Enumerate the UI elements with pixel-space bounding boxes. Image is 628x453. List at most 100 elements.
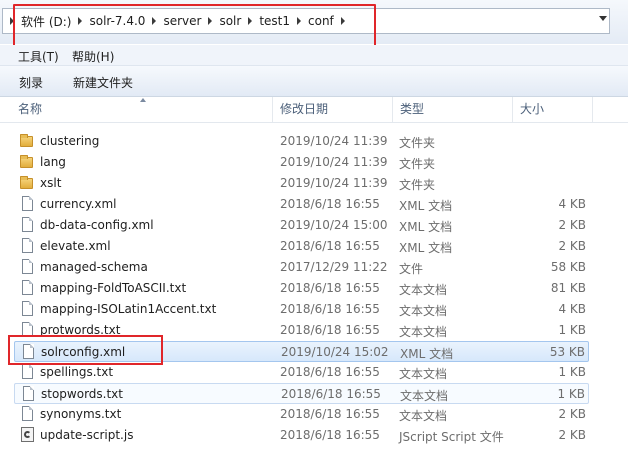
file-size: 58 KB bbox=[550, 260, 586, 274]
file-size: 53 KB bbox=[549, 345, 585, 359]
table-row[interactable]: mapping-ISOLatin1Accent.txt 2018/6/18 16:… bbox=[14, 299, 589, 320]
folder-icon bbox=[20, 176, 33, 189]
file-type: JScript Script 文件 bbox=[399, 430, 504, 444]
file-name: currency.xml bbox=[40, 197, 117, 211]
column-header: 名称 修改日期 类型 大小 bbox=[0, 97, 628, 123]
file-size: 81 KB bbox=[550, 281, 586, 295]
selected-file-highlight-box bbox=[8, 335, 163, 365]
column-divider[interactable] bbox=[512, 97, 513, 122]
file-name: stopwords.txt bbox=[41, 387, 123, 401]
file-name: lang bbox=[40, 155, 66, 169]
file-date: 2018/6/18 16:55 bbox=[280, 323, 380, 337]
table-row[interactable]: currency.xml 2018/6/18 16:55 XML 文档 4 KB bbox=[14, 194, 589, 215]
column-size[interactable]: 大小 bbox=[520, 97, 544, 122]
file-size: 1 KB bbox=[558, 323, 586, 337]
table-row[interactable]: spellings.txt 2018/6/18 16:55 文本文档 1 KB bbox=[14, 362, 589, 383]
file-type: 文件夹 bbox=[399, 136, 436, 150]
file-icon bbox=[22, 364, 33, 379]
column-divider[interactable] bbox=[392, 97, 393, 122]
file-date: 2019/10/24 15:00 bbox=[280, 218, 388, 232]
file-type: XML 文档 bbox=[399, 241, 453, 255]
table-row[interactable]: lang 2019/10/24 11:39 文件夹 bbox=[14, 152, 589, 173]
file-size: 1 KB bbox=[558, 365, 586, 379]
file-name: db-data-config.xml bbox=[40, 218, 154, 232]
file-name: managed-schema bbox=[40, 260, 148, 274]
file-type: XML 文档 bbox=[399, 220, 453, 234]
address-dropdown-icon[interactable] bbox=[599, 16, 607, 21]
sort-up-icon bbox=[140, 98, 146, 102]
table-row[interactable]: mapping-FoldToASCII.txt 2018/6/18 16:55 文本… bbox=[14, 278, 589, 299]
file-name: synonyms.txt bbox=[40, 407, 122, 421]
file-type: 文件 bbox=[399, 262, 424, 276]
file-icon bbox=[22, 196, 33, 211]
file-date: 2018/6/18 16:55 bbox=[280, 281, 380, 295]
file-type: 文件夹 bbox=[399, 157, 436, 171]
column-divider[interactable] bbox=[272, 97, 273, 122]
column-type[interactable]: 类型 bbox=[400, 97, 424, 122]
file-name: xslt bbox=[40, 176, 62, 190]
file-size: 4 KB bbox=[558, 197, 586, 211]
file-size: 2 KB bbox=[558, 239, 586, 253]
file-name: clustering bbox=[40, 134, 100, 148]
file-date: 2018/6/18 16:55 bbox=[280, 302, 380, 316]
file-icon bbox=[22, 238, 33, 253]
file-size: 2 KB bbox=[558, 407, 586, 421]
file-icon bbox=[22, 301, 33, 316]
file-type: 文本文档 bbox=[399, 283, 448, 297]
file-date: 2017/12/29 11:22 bbox=[280, 260, 388, 274]
file-date: 2019/10/24 11:39 bbox=[280, 176, 388, 190]
table-row[interactable]: synonyms.txt 2018/6/18 16:55 文本文档 2 KB bbox=[14, 404, 589, 425]
file-name: elevate.xml bbox=[40, 239, 111, 253]
file-icon bbox=[22, 259, 33, 274]
file-size: 4 KB bbox=[558, 302, 586, 316]
file-icon bbox=[23, 386, 34, 401]
table-row[interactable]: stopwords.txt 2018/6/18 16:55 文本文档 1 KB bbox=[14, 383, 589, 404]
file-type: 文本文档 bbox=[399, 304, 448, 318]
file-type: 文本文档 bbox=[400, 389, 449, 403]
folder-icon bbox=[20, 134, 33, 147]
script-icon bbox=[21, 427, 34, 442]
new-folder-button[interactable]: 新建文件夹 bbox=[73, 74, 133, 91]
file-date: 2018/6/18 16:55 bbox=[280, 428, 380, 442]
file-date: 2019/10/24 11:39 bbox=[280, 155, 388, 169]
menu-tools[interactable]: 工具(T) bbox=[18, 48, 59, 65]
table-row[interactable]: update-script.js 2018/6/18 16:55 JScript S… bbox=[14, 425, 589, 446]
table-row[interactable]: managed-schema 2017/12/29 11:22 文件 58 KB bbox=[14, 257, 589, 278]
table-row[interactable]: xslt 2019/10/24 11:39 文件夹 bbox=[14, 173, 589, 194]
file-type: 文本文档 bbox=[399, 367, 448, 381]
folder-icon bbox=[20, 155, 33, 168]
file-type: 文本文档 bbox=[399, 409, 448, 423]
file-name: spellings.txt bbox=[40, 365, 114, 379]
file-type: 文件夹 bbox=[399, 178, 436, 192]
file-date: 2018/6/18 16:55 bbox=[281, 387, 381, 401]
column-divider[interactable] bbox=[592, 97, 593, 122]
file-size: 1 KB bbox=[557, 387, 585, 401]
file-size: 2 KB bbox=[558, 428, 586, 442]
file-date: 2018/6/18 16:55 bbox=[280, 239, 380, 253]
file-type: 文本文档 bbox=[399, 325, 448, 339]
file-icon bbox=[22, 217, 33, 232]
address-highlight-box bbox=[13, 4, 376, 47]
file-date: 2018/6/18 16:55 bbox=[280, 197, 380, 211]
table-row[interactable]: clustering 2019/10/24 11:39 文件夹 bbox=[14, 131, 589, 152]
file-icon bbox=[22, 406, 33, 421]
column-date[interactable]: 修改日期 bbox=[280, 97, 328, 122]
file-icon bbox=[22, 280, 33, 295]
command-toolbar: 刻录 新建文件夹 bbox=[0, 66, 628, 97]
burn-button[interactable]: 刻录 bbox=[19, 74, 43, 91]
menu-bar: 工具(T) 帮助(H) bbox=[0, 45, 628, 66]
address-bar-area: 软件 (D:) solr-7.4.0 server solr test1 con… bbox=[0, 0, 628, 47]
file-name: mapping-FoldToASCII.txt bbox=[40, 281, 187, 295]
file-type: XML 文档 bbox=[400, 347, 454, 361]
file-name: mapping-ISOLatin1Accent.txt bbox=[40, 302, 217, 316]
file-date: 2019/10/24 11:39 bbox=[280, 134, 388, 148]
table-row[interactable]: db-data-config.xml 2019/10/24 15:00 XML 文档… bbox=[14, 215, 589, 236]
file-date: 2019/10/24 15:02 bbox=[281, 345, 389, 359]
file-date: 2018/6/18 16:55 bbox=[280, 365, 380, 379]
column-name[interactable]: 名称 bbox=[18, 97, 42, 122]
menu-help[interactable]: 帮助(H) bbox=[72, 48, 114, 65]
file-name: update-script.js bbox=[40, 428, 134, 442]
table-row[interactable]: elevate.xml 2018/6/18 16:55 XML 文档 2 KB bbox=[14, 236, 589, 257]
file-size: 2 KB bbox=[558, 218, 586, 232]
file-date: 2018/6/18 16:55 bbox=[280, 407, 380, 421]
